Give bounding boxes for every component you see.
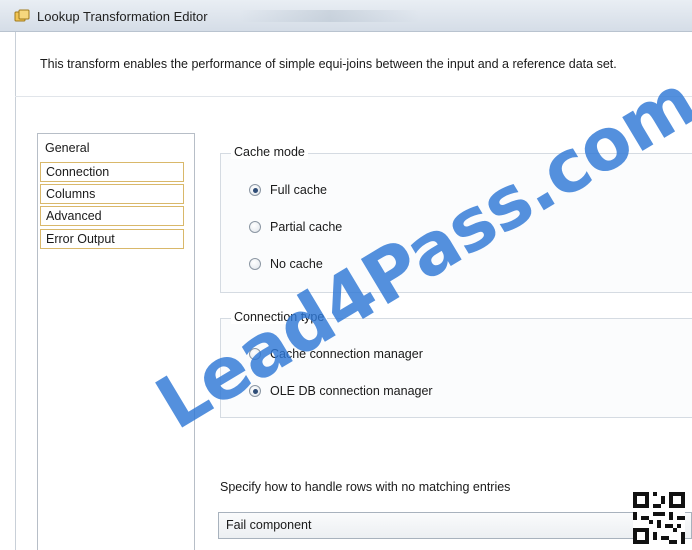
radio-full-cache[interactable]: Full cache <box>249 181 327 199</box>
window-title: Lookup Transformation Editor <box>37 9 208 24</box>
nav-item-general[interactable]: General <box>40 139 184 159</box>
nav-item-error-output[interactable]: Error Output <box>40 229 184 249</box>
cache-mode-legend: Cache mode <box>231 145 308 159</box>
transform-description: This transform enables the performance o… <box>40 57 617 71</box>
radio-cache-connection-manager[interactable]: Cache connection manager <box>249 345 423 363</box>
nav-panel: General Connection Columns Advanced Erro… <box>37 133 195 550</box>
connection-type-group: Connection type Cache connection manager… <box>220 310 692 418</box>
radio-label: OLE DB connection manager <box>270 384 433 398</box>
no-match-dropdown[interactable]: Fail component <box>218 512 692 539</box>
lookup-transform-icon <box>14 9 30 23</box>
radio-label: No cache <box>270 257 323 271</box>
radio-button[interactable] <box>249 385 261 397</box>
nav-item-advanced[interactable]: Advanced <box>40 206 184 226</box>
radio-partial-cache[interactable]: Partial cache <box>249 218 342 236</box>
radio-button[interactable] <box>249 258 261 270</box>
radio-label: Partial cache <box>270 220 343 234</box>
radio-button[interactable] <box>249 348 261 360</box>
header-divider <box>15 96 692 97</box>
radio-button[interactable] <box>249 221 261 233</box>
nav-item-columns[interactable]: Columns <box>40 184 184 204</box>
qr-code-icon <box>633 492 685 544</box>
no-match-label: Specify how to handle rows with no match… <box>220 480 511 494</box>
radio-no-cache[interactable]: No cache <box>249 255 323 273</box>
radio-ole-db-connection-manager[interactable]: OLE DB connection manager <box>249 382 433 400</box>
connection-type-legend: Connection type <box>231 310 328 324</box>
radio-button[interactable] <box>249 184 261 196</box>
nav-item-connection[interactable]: Connection <box>40 162 184 182</box>
titlebar-blur <box>240 10 420 22</box>
cache-mode-group: Cache mode Full cache Partial cache No c… <box>220 145 692 293</box>
window-titlebar: Lookup Transformation Editor <box>0 0 692 32</box>
radio-label: Cache connection manager <box>270 347 423 361</box>
radio-label: Full cache <box>270 183 327 197</box>
